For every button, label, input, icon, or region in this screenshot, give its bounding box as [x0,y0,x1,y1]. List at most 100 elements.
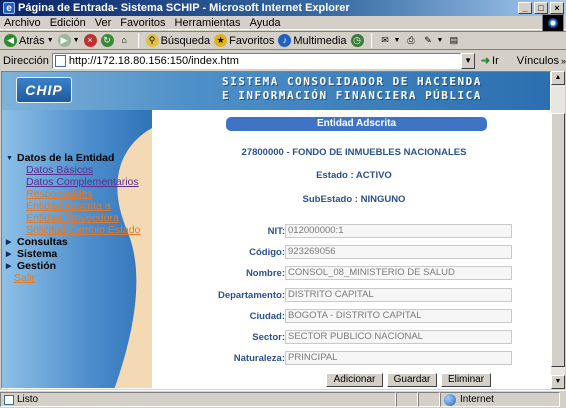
banner-title: SISTEMA CONSOLIDADOR DE HACIENDA E INFOR… [222,75,542,103]
forward-button[interactable]: ▶ ▼ [57,34,80,47]
naturaleza-input[interactable]: PRINCIPAL [285,351,512,365]
nav-section-label: Sistema [17,248,58,260]
ie-throbber-icon [542,14,564,32]
nav-section-datos-entidad[interactable]: ▼ Datos de la Entidad [6,152,146,164]
field-label: Sector: [252,331,285,343]
mail-button[interactable]: ✉ ▼ [378,34,400,47]
adicionar-button[interactable]: Adicionar [326,373,383,387]
toolbar-separator [137,33,139,48]
banner-title-line2: E INFORMACIÓN FINANCIERA PÚBLICA [222,89,482,102]
form-buttons: Adicionar Guardar Eliminar [160,373,548,387]
section-header: Entidad Adscrita [226,117,487,131]
scroll-down-button[interactable]: ▼ [551,375,565,389]
links-button[interactable]: Vínculos » [517,55,566,67]
history-button[interactable]: ◷ [350,34,364,47]
page-viewport: CHIP SISTEMA CONSOLIDADOR DE HACIENDA E … [1,71,551,389]
eliminar-button[interactable]: Eliminar [441,373,491,387]
collapsed-triangle-icon: ▶ [6,251,12,258]
status-bar: Listo Internet [0,390,566,408]
site-banner: CHIP SISTEMA CONSOLIDADOR DE HACIENDA E … [2,72,550,110]
history-icon: ◷ [350,34,364,47]
nit-input[interactable]: 012000000:1 [285,224,512,238]
address-input[interactable]: http://172.18.80.156:150/index.htm [51,52,462,69]
nav-section-label: Consultas [17,236,68,248]
nav-link-responsables[interactable]: Responsables [6,188,146,200]
nav-link-datos-basicos[interactable]: Datos Básicos [6,164,146,176]
menu-ayuda[interactable]: Ayuda [250,17,281,29]
address-label: Dirección [3,54,49,67]
favorites-star-icon: ★ [214,34,228,47]
nav-link-solicitud-cambio-estado[interactable]: Solicitud Cambio Estado [6,224,146,236]
ciudad-input[interactable]: BOGOTA - DISTRITO CAPITAL [285,309,512,323]
left-navigation: ▼ Datos de la Entidad Datos Básicos Dato… [2,110,152,388]
field-label: Nombre: [245,267,285,279]
stop-button[interactable]: × [83,34,97,47]
scroll-thumb[interactable] [551,113,565,367]
scroll-up-button[interactable]: ▲ [551,71,565,85]
departamento-input[interactable]: DISTRITO CAPITAL [285,288,512,302]
expanded-triangle-icon: ▼ [6,154,13,162]
edit-button[interactable]: ✎ ▼ [421,34,443,47]
nav-link-datos-complementarios[interactable]: Datos Complementarios [6,176,146,188]
nav-section-consultas[interactable]: ▶ Consultas [6,236,146,248]
home-icon: ⌂ [117,34,131,47]
window-title-bar[interactable]: e Página de Entrada- Sistema SCHIP - Mic… [0,0,566,16]
page-icon [54,54,66,67]
discuss-button[interactable]: ▤ [447,34,461,47]
status-pane-blank [396,392,418,407]
refresh-button[interactable]: ↻ [100,34,114,47]
entity-status: Estado : ACTIVO [316,170,392,181]
entity-name: 27800000 - FONDO DE INMUEBLES NACIONALES [241,147,467,158]
field-departamento: Departamento: DISTRITO CAPITAL [160,287,548,303]
back-button[interactable]: ◀ Atrás ▼ [4,34,54,47]
status-text-pane: Listo [0,392,396,407]
nombre-input[interactable]: CONSOL_08_MINISTERIO DE SALUD [285,266,512,280]
address-dropdown-button[interactable]: ▼ [461,52,475,69]
go-button[interactable]: ➜ Ir [480,54,499,68]
favorites-button[interactable]: ★ Favoritos [214,34,274,47]
nav-link-entidad-proveedora[interactable]: Entidad Proveedora [6,212,146,224]
dropdown-icon: ▼ [436,37,444,44]
nav-link-entidad-adscrita[interactable]: Entidad Adscrita a [6,200,146,212]
field-nit: NIT: 012000000:1 [160,223,548,239]
field-codigo: Código: 923269056 [160,244,548,260]
forward-arrow-icon: ▶ [57,34,71,47]
nav-section-sistema[interactable]: ▶ Sistema [6,248,146,260]
nav-section-label: Gestión [17,260,57,272]
guardar-button[interactable]: Guardar [387,373,437,387]
menu-herramientas[interactable]: Herramientas [175,17,241,29]
menu-bar: Archivo Edición Ver Favoritos Herramient… [0,16,566,30]
nav-link-salir[interactable]: Salir [6,272,146,284]
nav-section-gestion[interactable]: ▶ Gestión [6,260,146,272]
close-button[interactable]: × [550,2,564,14]
search-button[interactable]: ⚲ Búsqueda [145,34,210,47]
menu-edicion[interactable]: Edición [50,17,86,29]
minimize-button[interactable]: _ [518,2,532,14]
search-icon: ⚲ [145,34,159,47]
menu-archivo[interactable]: Archivo [4,17,41,29]
go-arrow-icon: ➜ [480,55,491,67]
status-zone: Internet [460,394,494,405]
vertical-scrollbar[interactable]: ▲ ▼ [551,71,565,389]
menu-favoritos[interactable]: Favoritos [120,17,165,29]
home-button[interactable]: ⌂ [117,34,131,47]
sector-input[interactable]: SECTOR PUBLICO NACIONAL [285,330,512,344]
multimedia-button[interactable]: ♪ Multimedia [278,34,347,47]
multimedia-label: Multimedia [293,34,347,47]
status-pane-blank [418,392,440,407]
codigo-input[interactable]: 923269056 [285,245,512,259]
field-naturaleza: Naturaleza: PRINCIPAL [160,350,548,366]
print-button[interactable]: ⎙ [404,34,418,47]
chevron-right-icon: » [560,55,566,66]
toolbar-separator [370,33,372,48]
back-label: Atrás [19,34,45,47]
mail-icon: ✉ [378,34,392,47]
maximize-button[interactable]: □ [534,2,548,14]
field-label: Departamento: [217,289,285,301]
go-label: Ir [492,54,499,67]
menu-ver[interactable]: Ver [95,17,112,29]
field-ciudad: Ciudad: BOGOTA - DISTRITO CAPITAL [160,308,548,324]
back-arrow-icon: ◀ [4,34,17,47]
discuss-icon: ▤ [447,34,461,47]
internet-globe-icon [444,393,456,406]
